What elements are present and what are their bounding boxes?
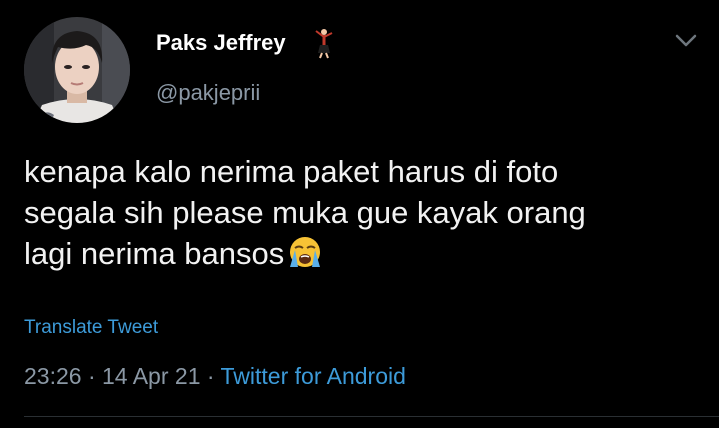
avatar-photo bbox=[24, 17, 130, 123]
tweet-time[interactable]: 23:26 bbox=[24, 363, 82, 389]
tweet-text-line: kenapa kalo nerima paket harus di foto bbox=[24, 154, 559, 189]
tweet-date[interactable]: 14 Apr 21 bbox=[102, 363, 200, 389]
translate-tweet-link[interactable]: Translate Tweet bbox=[24, 316, 158, 340]
loudly-crying-face-icon bbox=[286, 234, 324, 270]
tweet-text-line-last: lagi nerima bansos bbox=[24, 233, 704, 274]
avatar[interactable] bbox=[24, 17, 130, 123]
tweet-card: Paks Jeffrey @pakjeprii kenapa kalo neri… bbox=[0, 0, 719, 428]
tweet-source-link[interactable]: Twitter for Android bbox=[221, 363, 406, 389]
meta-separator: · bbox=[87, 363, 96, 389]
tweet-meta: 23:26 · 14 Apr 21 · Twitter for Android bbox=[24, 362, 406, 390]
user-handle[interactable]: @pakjeprii bbox=[156, 79, 260, 107]
tweet-text: kenapa kalo nerima paket harus di foto s… bbox=[24, 151, 704, 274]
tweet-text-line: segala sih please muka gue kayak orang bbox=[24, 195, 586, 230]
divider bbox=[24, 416, 719, 417]
display-name[interactable]: Paks Jeffrey bbox=[156, 29, 286, 57]
tweet-text-line: lagi nerima bansos bbox=[24, 236, 285, 271]
meta-separator: · bbox=[206, 363, 215, 389]
chevron-down-icon[interactable] bbox=[674, 33, 698, 49]
dancer-emoji-icon bbox=[313, 27, 335, 59]
